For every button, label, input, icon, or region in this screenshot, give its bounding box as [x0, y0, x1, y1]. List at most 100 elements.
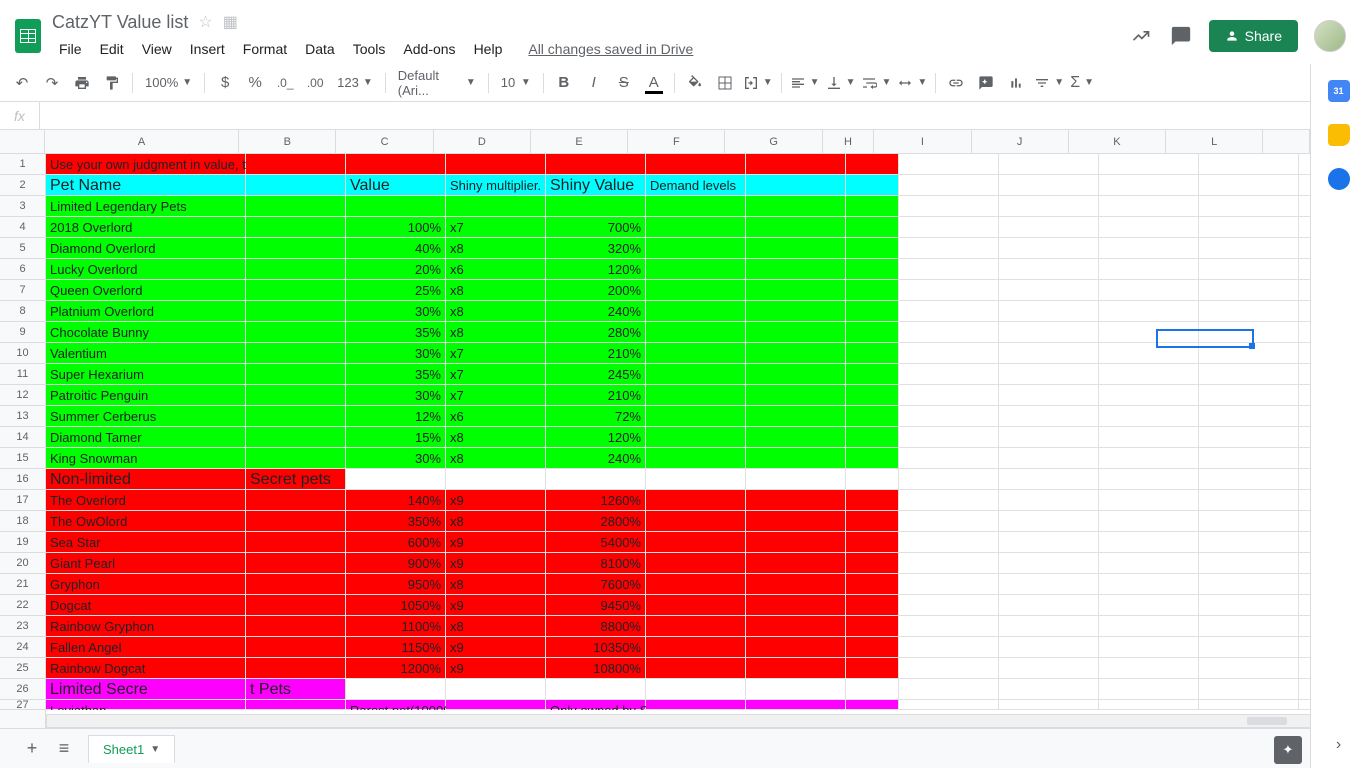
cell[interactable]	[746, 280, 846, 301]
cell[interactable]	[846, 700, 899, 710]
cell[interactable]: Non-limited	[46, 469, 246, 490]
cell[interactable]	[1099, 427, 1199, 448]
cell[interactable]	[746, 700, 846, 710]
cell[interactable]	[899, 385, 999, 406]
cell[interactable]	[1199, 364, 1299, 385]
cell[interactable]	[846, 595, 899, 616]
cell[interactable]	[999, 574, 1099, 595]
cell[interactable]	[846, 175, 899, 196]
cell[interactable]	[1099, 238, 1199, 259]
halign-button[interactable]: ▼	[788, 75, 822, 91]
move-folder-icon[interactable]: ▦	[223, 12, 238, 32]
cell[interactable]	[1099, 679, 1199, 700]
select-all-corner[interactable]	[0, 130, 45, 153]
cell[interactable]: 35%	[346, 322, 446, 343]
cell[interactable]	[646, 574, 746, 595]
cell[interactable]	[999, 154, 1099, 175]
tasks-icon[interactable]	[1328, 168, 1350, 190]
cell[interactable]: 8800%	[546, 616, 646, 637]
cell[interactable]	[246, 175, 346, 196]
cell[interactable]	[1299, 364, 1310, 385]
cell[interactable]	[646, 322, 746, 343]
cell[interactable]: 35%	[346, 364, 446, 385]
cell[interactable]: 5400%	[546, 532, 646, 553]
cell[interactable]	[1099, 700, 1199, 710]
cell[interactable]	[346, 469, 446, 490]
cell[interactable]: 120%	[546, 427, 646, 448]
cell[interactable]	[746, 343, 846, 364]
cell[interactable]	[1199, 637, 1299, 658]
cell[interactable]: x7	[446, 343, 546, 364]
menu-insert[interactable]: Insert	[183, 37, 232, 61]
cell[interactable]	[1299, 427, 1310, 448]
cell[interactable]	[1099, 259, 1199, 280]
cell[interactable]: x8	[446, 448, 546, 469]
cell[interactable]	[546, 469, 646, 490]
cell[interactable]	[646, 637, 746, 658]
cell[interactable]	[899, 364, 999, 385]
row-header[interactable]: 18	[0, 511, 45, 532]
cell[interactable]	[899, 616, 999, 637]
cell[interactable]	[746, 364, 846, 385]
cell[interactable]	[246, 616, 346, 637]
paint-format-button[interactable]	[98, 69, 126, 97]
cell[interactable]	[1299, 175, 1310, 196]
rotate-button[interactable]: ▼	[895, 75, 929, 91]
cell[interactable]	[1199, 196, 1299, 217]
col-header[interactable]: I	[874, 130, 971, 153]
cell[interactable]	[899, 322, 999, 343]
cell[interactable]: Sea Star	[46, 532, 246, 553]
cell[interactable]	[746, 448, 846, 469]
cell[interactable]	[1099, 196, 1199, 217]
cell[interactable]	[546, 154, 646, 175]
cell[interactable]	[1199, 658, 1299, 679]
cell[interactable]	[899, 700, 999, 710]
cell[interactable]	[246, 490, 346, 511]
cell[interactable]	[246, 301, 346, 322]
cell[interactable]: Secret pets	[246, 469, 346, 490]
cell[interactable]	[646, 469, 746, 490]
borders-button[interactable]	[711, 69, 739, 97]
cell[interactable]	[846, 637, 899, 658]
cell[interactable]: x8	[446, 574, 546, 595]
cell[interactable]: 100%	[346, 217, 446, 238]
cell[interactable]	[899, 595, 999, 616]
cell[interactable]: x7	[446, 364, 546, 385]
keep-icon[interactable]	[1328, 124, 1350, 146]
cell[interactable]	[246, 280, 346, 301]
menu-add-ons[interactable]: Add-ons	[396, 37, 462, 61]
cell[interactable]	[546, 196, 646, 217]
cell[interactable]	[1099, 217, 1199, 238]
cell[interactable]	[546, 679, 646, 700]
cell[interactable]	[999, 301, 1099, 322]
row-header[interactable]: 1	[0, 154, 45, 175]
decrease-decimal-button[interactable]: .0_	[271, 69, 299, 97]
cell[interactable]	[846, 658, 899, 679]
cell[interactable]: x8	[446, 301, 546, 322]
cell[interactable]	[1099, 322, 1199, 343]
cell[interactable]: Fallen Angel	[46, 637, 246, 658]
cell[interactable]: Queen Overlord	[46, 280, 246, 301]
cell[interactable]	[999, 343, 1099, 364]
row-header[interactable]: 17	[0, 490, 45, 511]
cell[interactable]	[1199, 238, 1299, 259]
cell[interactable]	[899, 259, 999, 280]
cell[interactable]	[1199, 679, 1299, 700]
col-header[interactable]: K	[1069, 130, 1166, 153]
cell[interactable]	[246, 511, 346, 532]
cell[interactable]	[899, 553, 999, 574]
cell[interactable]	[1199, 343, 1299, 364]
cell[interactable]	[246, 700, 346, 710]
cell[interactable]: 320%	[546, 238, 646, 259]
comments-icon[interactable]	[1169, 24, 1193, 48]
cell[interactable]	[1299, 469, 1310, 490]
cell[interactable]	[246, 553, 346, 574]
cell[interactable]	[1299, 511, 1310, 532]
cell[interactable]	[746, 427, 846, 448]
cell[interactable]: 1100%	[346, 616, 446, 637]
col-header[interactable]: D	[434, 130, 531, 153]
cell[interactable]	[746, 490, 846, 511]
row-header[interactable]: 13	[0, 406, 45, 427]
doc-title[interactable]: CatzYT Value list	[52, 12, 188, 33]
cell[interactable]	[899, 238, 999, 259]
